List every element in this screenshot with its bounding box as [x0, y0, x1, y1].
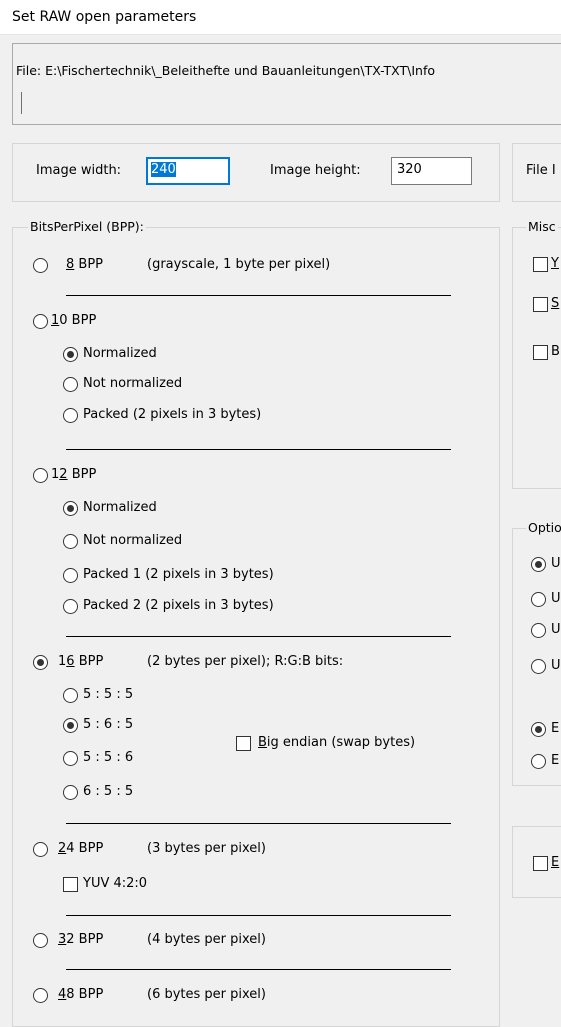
separator [66, 969, 451, 970]
label-10bpp-normalized: Normalized [83, 346, 157, 361]
label-big-endian: Big endian (swap bytes) [258, 735, 416, 750]
option-radio-1[interactable] [531, 557, 546, 572]
radio-12bpp[interactable] [33, 468, 48, 483]
option-radio-3-label: U [551, 622, 561, 637]
option-radio-4-label: U [551, 658, 561, 673]
options-group-label: Optio [526, 520, 561, 535]
misc-group-label: Misc [526, 219, 558, 234]
misc-checkbox-3-label: B [551, 344, 560, 359]
separator [66, 295, 451, 296]
label-24bpp: 24 BPP [58, 841, 104, 856]
misc-checkbox-2-label: S [551, 296, 560, 311]
label-yuv420: YUV 4:2:0 [83, 876, 148, 891]
label-12bpp-normalized: Normalized [83, 500, 157, 515]
label-12bpp: 12 BPP [51, 467, 97, 482]
option-radio-6-label: E [551, 753, 560, 768]
desc-16bpp: (2 bytes per pixel); R:G:B bits: [147, 654, 344, 669]
radio-rgb-556[interactable] [63, 751, 78, 766]
window-title: Set RAW open parameters [12, 9, 197, 25]
radio-48bpp[interactable] [33, 988, 48, 1003]
label-rgb-556: 5 : 5 : 6 [83, 750, 134, 765]
image-height-value: 320 [397, 162, 422, 177]
image-height-label: Image height: [270, 163, 361, 178]
label-10bpp-not-normalized: Not normalized [83, 376, 183, 391]
radio-10bpp-normalized[interactable] [63, 347, 78, 362]
image-width-value: 240 [151, 162, 176, 177]
option-radio-3[interactable] [531, 623, 546, 638]
label-48bpp: 48 BPP [58, 987, 104, 1002]
label-12bpp-not-normalized: Not normalized [83, 533, 183, 548]
radio-16bpp[interactable] [33, 655, 48, 670]
desc-48bpp: (6 bytes per pixel) [147, 987, 266, 1002]
misc-checkbox-1[interactable] [533, 257, 548, 272]
label-rgb-655: 6 : 5 : 5 [83, 784, 134, 799]
radio-10bpp-not-normalized[interactable] [63, 377, 78, 392]
option-radio-2[interactable] [531, 592, 546, 607]
bottom-checkbox-label: E [551, 855, 560, 870]
desc-24bpp: (3 bytes per pixel) [147, 841, 266, 856]
label-16bpp: 16 BPP [58, 654, 104, 669]
radio-rgb-565[interactable] [63, 718, 78, 733]
bottom-checkbox[interactable] [533, 856, 548, 871]
label-8bpp: 8 BPP [66, 257, 104, 272]
radio-rgb-555[interactable] [63, 688, 78, 703]
option-radio-4[interactable] [531, 659, 546, 674]
label-rgb-555: 5 : 5 : 5 [83, 687, 134, 702]
radio-12bpp-packed1[interactable] [63, 568, 78, 583]
misc-checkbox-3[interactable] [533, 345, 548, 360]
radio-12bpp-not-normalized[interactable] [63, 534, 78, 549]
option-radio-6[interactable] [531, 754, 546, 769]
file-path-box[interactable]: File: E:\Fischertechnik\_Beleithefte und… [12, 43, 561, 125]
option-radio-2-label: U [551, 591, 561, 606]
checkbox-big-endian[interactable] [236, 736, 251, 751]
desc-8bpp: (grayscale, 1 byte per pixel) [147, 257, 331, 272]
separator [66, 823, 451, 824]
radio-32bpp[interactable] [33, 933, 48, 948]
radio-12bpp-packed2[interactable] [63, 599, 78, 614]
label-rgb-565: 5 : 6 : 5 [83, 717, 134, 732]
text-caret [21, 92, 22, 114]
radio-12bpp-normalized[interactable] [63, 501, 78, 516]
label-32bpp: 32 BPP [58, 932, 104, 947]
option-radio-1-label: U [551, 556, 561, 571]
misc-checkbox-1-label: Y [551, 256, 559, 271]
image-width-label: Image width: [36, 163, 122, 178]
option-radio-5-label: E [551, 721, 560, 736]
checkbox-yuv420[interactable] [63, 877, 78, 892]
radio-24bpp[interactable] [33, 842, 48, 857]
radio-10bpp-packed[interactable] [63, 408, 78, 423]
radio-rgb-655[interactable] [63, 785, 78, 800]
label-12bpp-packed2: Packed 2 (2 pixels in 3 bytes) [83, 598, 274, 613]
label-10bpp-packed: Packed (2 pixels in 3 bytes) [83, 407, 262, 422]
bpp-group-label: BitsPerPixel (BPP): [28, 219, 146, 234]
title-bar: Set RAW open parameters [0, 0, 561, 35]
file-path-text: File: E:\Fischertechnik\_Beleithefte und… [16, 63, 436, 78]
separator [66, 915, 451, 916]
file-format-label: File I [526, 163, 556, 178]
image-width-input[interactable]: 240 [146, 157, 230, 185]
misc-checkbox-2[interactable] [533, 297, 548, 312]
separator [66, 449, 451, 450]
label-10bpp: 10 BPP [51, 313, 97, 328]
desc-32bpp: (4 bytes per pixel) [147, 932, 266, 947]
option-radio-5[interactable] [531, 722, 546, 737]
radio-8bpp[interactable] [33, 258, 48, 273]
image-height-input[interactable]: 320 [391, 157, 472, 185]
label-12bpp-packed1: Packed 1 (2 pixels in 3 bytes) [83, 567, 274, 582]
separator [66, 636, 451, 637]
radio-10bpp[interactable] [33, 314, 48, 329]
